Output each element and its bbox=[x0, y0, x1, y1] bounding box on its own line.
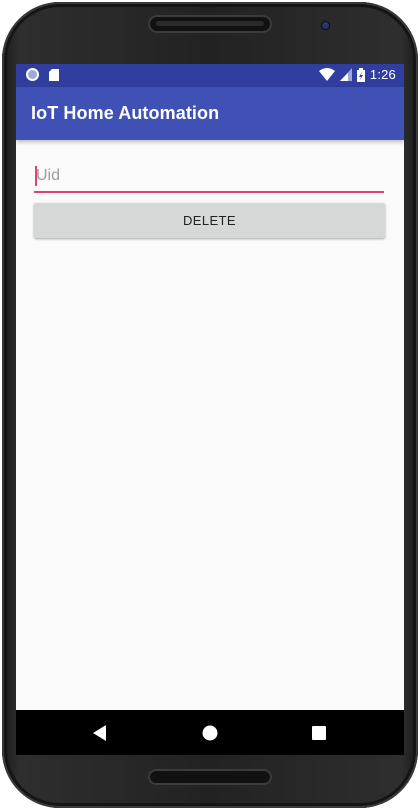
battery-charging-icon bbox=[356, 67, 365, 82]
wifi-icon bbox=[318, 68, 335, 81]
device-screen: 1:26 IoT Home Automation DELETE bbox=[16, 64, 404, 710]
app-title: IoT Home Automation bbox=[31, 103, 220, 123]
uid-field[interactable] bbox=[34, 163, 384, 193]
status-bar: 1:26 bbox=[16, 64, 404, 87]
app-bar: IoT Home Automation bbox=[16, 87, 404, 140]
home-icon[interactable] bbox=[200, 723, 220, 743]
uid-input[interactable] bbox=[36, 163, 376, 189]
front-camera bbox=[322, 22, 329, 29]
ring-icon bbox=[26, 68, 39, 81]
navigation-bar bbox=[16, 710, 404, 755]
status-notifications bbox=[26, 68, 59, 81]
back-icon[interactable] bbox=[90, 723, 110, 743]
main-content: DELETE bbox=[16, 140, 404, 670]
recents-icon[interactable] bbox=[309, 723, 329, 743]
emulator-stage: 1:26 IoT Home Automation DELETE bbox=[0, 0, 420, 812]
sd-card-icon bbox=[49, 68, 59, 81]
clock-time: 1:26 bbox=[369, 67, 396, 82]
bottom-speaker bbox=[148, 769, 272, 785]
status-system: 1:26 bbox=[318, 67, 396, 82]
signal-icon bbox=[339, 68, 352, 81]
delete-button[interactable]: DELETE bbox=[34, 203, 385, 238]
top-speaker bbox=[148, 15, 272, 33]
